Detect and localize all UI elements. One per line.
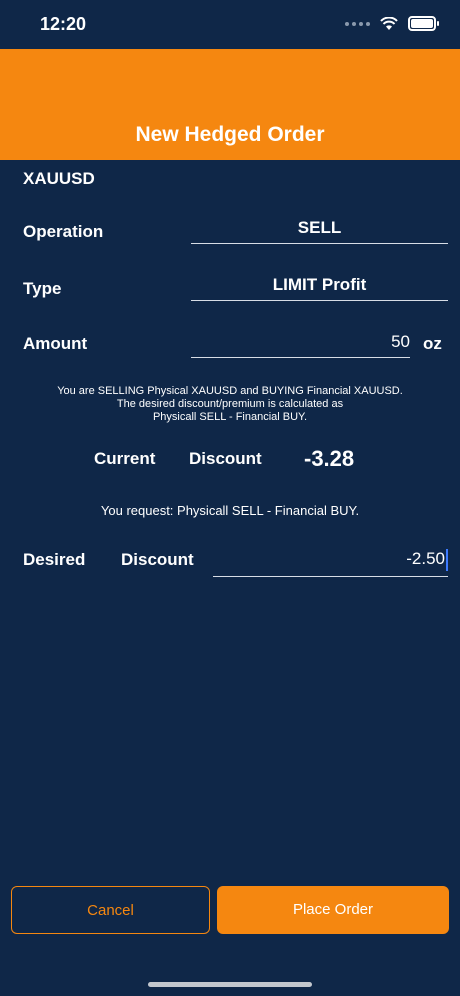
current-label: Current bbox=[94, 449, 156, 468]
cellular-signal-icon bbox=[345, 21, 370, 26]
home-indicator[interactable] bbox=[148, 982, 312, 987]
amount-value: 50 bbox=[391, 332, 410, 351]
current-discount-value: -3.28 bbox=[304, 446, 355, 471]
amount-input[interactable]: 50 bbox=[191, 327, 410, 358]
cancel-button[interactable]: Cancel bbox=[11, 886, 210, 934]
desired-discount-value: -2.50 bbox=[406, 549, 445, 568]
desired-discount-label: Discount bbox=[121, 550, 194, 569]
page-title: New Hedged Order bbox=[135, 123, 325, 146]
desired-label: Desired bbox=[23, 550, 86, 569]
amount-unit: oz bbox=[423, 334, 442, 353]
type-label: Type bbox=[23, 279, 62, 298]
request-text: You request: Physicall SELL - Financial … bbox=[100, 503, 360, 518]
operation-label: Operation bbox=[23, 222, 104, 241]
place-order-button[interactable]: Place Order bbox=[217, 886, 449, 934]
amount-label: Amount bbox=[23, 334, 88, 353]
operation-select[interactable]: SELL bbox=[191, 213, 448, 244]
desired-discount-input[interactable]: -2.50 bbox=[213, 544, 448, 577]
status-time: 12:20 bbox=[40, 14, 87, 34]
type-select[interactable]: LIMIT Profit bbox=[191, 270, 448, 301]
battery-icon bbox=[408, 16, 439, 31]
wifi-icon bbox=[380, 16, 398, 30]
status-bar: 12:20 bbox=[0, 0, 460, 49]
header: New Hedged Order bbox=[0, 49, 460, 160]
info-line-3: Physicall SELL - Financial BUY. bbox=[152, 411, 308, 423]
info-line-2: The desired discount/premium is calculat… bbox=[116, 398, 344, 410]
info-text: You are SELLING Physical XAUUSD and BUYI… bbox=[0, 385, 460, 424]
current-discount-label: Discount bbox=[189, 449, 262, 468]
status-icons bbox=[345, 16, 439, 31]
info-line-1: You are SELLING Physical XAUUSD and BUYI… bbox=[57, 385, 403, 397]
symbol-label: XAUUSD bbox=[23, 169, 95, 188]
text-cursor bbox=[446, 548, 448, 571]
